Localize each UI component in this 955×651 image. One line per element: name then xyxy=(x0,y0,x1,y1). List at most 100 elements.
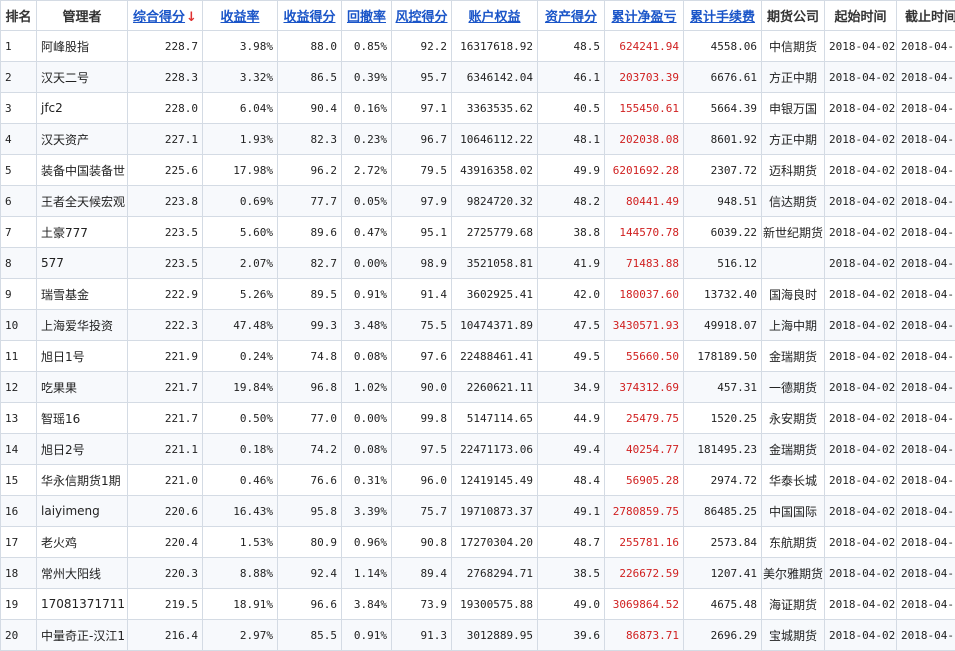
column-header-label: 收益得分 xyxy=(283,10,335,25)
column-header-return-score[interactable]: 收益得分 xyxy=(278,1,342,31)
column-header-account-equity[interactable]: 账户权益 xyxy=(452,1,538,31)
table-row[interactable]: 16laiyimeng220.616.43%95.83.39%75.719710… xyxy=(1,496,955,527)
cell-risk-score: 97.1 xyxy=(392,93,452,124)
cell-drawdown: 0.16% xyxy=(342,93,392,124)
column-header-drawdown[interactable]: 回撤率 xyxy=(342,1,392,31)
cell-asset-score: 48.1 xyxy=(538,124,605,155)
column-header-label: 回撤率 xyxy=(347,10,386,25)
cell-account-equity: 17270304.20 xyxy=(452,527,538,558)
cell-end-date: 2018-04-13 xyxy=(897,558,955,589)
table-row[interactable]: 12吃果果221.719.84%96.81.02%90.02260621.113… xyxy=(1,372,955,403)
cell-account-equity: 3521058.81 xyxy=(452,248,538,279)
cell-composite-score: 219.5 xyxy=(128,589,203,620)
table-row[interactable]: 13智瑶16221.70.50%77.00.00%99.85147114.654… xyxy=(1,403,955,434)
cell-rank: 14 xyxy=(1,434,37,465)
cell-asset-score: 42.0 xyxy=(538,279,605,310)
cell-fees: 1520.25 xyxy=(684,403,762,434)
cell-composite-score: 221.7 xyxy=(128,403,203,434)
cell-return-score: 74.2 xyxy=(278,434,342,465)
table-row[interactable]: 9瑞雪基金222.95.26%89.50.91%91.43602925.4142… xyxy=(1,279,955,310)
cell-risk-score: 95.7 xyxy=(392,62,452,93)
cell-end-date: 2018-04-13 xyxy=(897,186,955,217)
column-header-return-rate[interactable]: 收益率 xyxy=(203,1,278,31)
cell-account-equity: 22471173.06 xyxy=(452,434,538,465)
cell-account-equity: 3363535.62 xyxy=(452,93,538,124)
cell-risk-score: 99.8 xyxy=(392,403,452,434)
table-row[interactable]: 7土豪777223.55.60%89.60.47%95.12725779.683… xyxy=(1,217,955,248)
cell-manager: 上海爱华投资 xyxy=(37,310,128,341)
cell-return-rate: 1.93% xyxy=(203,124,278,155)
table-row[interactable]: 17老火鸡220.41.53%80.90.96%90.817270304.204… xyxy=(1,527,955,558)
cell-account-equity: 6346142.04 xyxy=(452,62,538,93)
cell-fees: 4675.48 xyxy=(684,589,762,620)
sort-descending-icon[interactable]: ↓ xyxy=(186,10,197,25)
cell-start-date: 2018-04-02 xyxy=(825,248,897,279)
cell-account-equity: 5147114.65 xyxy=(452,403,538,434)
cell-rank: 12 xyxy=(1,372,37,403)
cell-start-date: 2018-04-02 xyxy=(825,558,897,589)
cell-start-date: 2018-04-02 xyxy=(825,217,897,248)
table-row[interactable]: 10上海爱华投资222.347.48%99.33.48%75.510474371… xyxy=(1,310,955,341)
column-header-label: 排名 xyxy=(5,10,31,25)
cell-rank: 19 xyxy=(1,589,37,620)
cell-return-rate: 18.91% xyxy=(203,589,278,620)
cell-return-score: 96.2 xyxy=(278,155,342,186)
table-row[interactable]: 6王者全天候宏观223.80.69%77.70.05%97.99824720.3… xyxy=(1,186,955,217)
cell-end-date: 2018-04-13 xyxy=(897,403,955,434)
cell-net-profit: 203703.39 xyxy=(605,62,684,93)
cell-rank: 5 xyxy=(1,155,37,186)
cell-return-score: 90.4 xyxy=(278,93,342,124)
cell-end-date: 2018-04-13 xyxy=(897,62,955,93)
cell-fees: 948.51 xyxy=(684,186,762,217)
cell-account-equity: 16317618.92 xyxy=(452,31,538,62)
cell-asset-score: 48.2 xyxy=(538,186,605,217)
table-row[interactable]: 3jfc2228.06.04%90.40.16%97.13363535.6240… xyxy=(1,93,955,124)
cell-return-rate: 8.88% xyxy=(203,558,278,589)
cell-return-score: 74.8 xyxy=(278,341,342,372)
cell-return-score: 99.3 xyxy=(278,310,342,341)
table-row[interactable]: 15华永信期货1期221.00.46%76.60.31%96.012419145… xyxy=(1,465,955,496)
cell-return-score: 92.4 xyxy=(278,558,342,589)
column-header-net-profit[interactable]: 累计净盈亏 xyxy=(605,1,684,31)
cell-composite-score: 228.7 xyxy=(128,31,203,62)
cell-start-date: 2018-04-02 xyxy=(825,186,897,217)
column-header-fees[interactable]: 累计手续费 xyxy=(684,1,762,31)
table-row[interactable]: 1917081371711219.518.91%96.63.84%73.9193… xyxy=(1,589,955,620)
column-header-composite-score[interactable]: 综合得分↓ xyxy=(128,1,203,31)
cell-futures-company: 国海良时 xyxy=(762,279,825,310)
table-row[interactable]: 5装备中国装备世225.617.98%96.22.72%79.543916358… xyxy=(1,155,955,186)
table-row[interactable]: 4汉天资产227.11.93%82.30.23%96.710646112.224… xyxy=(1,124,955,155)
cell-risk-score: 75.7 xyxy=(392,496,452,527)
cell-futures-company: 信达期货 xyxy=(762,186,825,217)
cell-fees: 516.12 xyxy=(684,248,762,279)
column-header-label: 截止时间 xyxy=(905,10,955,25)
cell-return-score: 96.8 xyxy=(278,372,342,403)
cell-return-rate: 47.48% xyxy=(203,310,278,341)
cell-drawdown: 0.23% xyxy=(342,124,392,155)
table-row[interactable]: 14旭日2号221.10.18%74.20.08%97.522471173.06… xyxy=(1,434,955,465)
cell-risk-score: 92.2 xyxy=(392,31,452,62)
table-row[interactable]: 11旭日1号221.90.24%74.80.08%97.622488461.41… xyxy=(1,341,955,372)
cell-rank: 3 xyxy=(1,93,37,124)
column-header-risk-score[interactable]: 风控得分 xyxy=(392,1,452,31)
column-header-asset-score[interactable]: 资产得分 xyxy=(538,1,605,31)
cell-start-date: 2018-04-02 xyxy=(825,93,897,124)
cell-net-profit: 56905.28 xyxy=(605,465,684,496)
cell-manager: 智瑶16 xyxy=(37,403,128,434)
cell-account-equity: 19300575.88 xyxy=(452,589,538,620)
table-row[interactable]: 8577223.52.07%82.70.00%98.93521058.8141.… xyxy=(1,248,955,279)
table-row[interactable]: 18常州大阳线220.38.88%92.41.14%89.42768294.71… xyxy=(1,558,955,589)
cell-fees: 13732.40 xyxy=(684,279,762,310)
cell-asset-score: 34.9 xyxy=(538,372,605,403)
cell-rank: 15 xyxy=(1,465,37,496)
cell-account-equity: 2725779.68 xyxy=(452,217,538,248)
table-row[interactable]: 1阿峰股指228.73.98%88.00.85%92.216317618.924… xyxy=(1,31,955,62)
cell-asset-score: 48.5 xyxy=(538,31,605,62)
table-row[interactable]: 2汉天二号228.33.32%86.50.39%95.76346142.0446… xyxy=(1,62,955,93)
cell-asset-score: 38.8 xyxy=(538,217,605,248)
cell-net-profit: 226672.59 xyxy=(605,558,684,589)
column-header-label: 起始时间 xyxy=(834,10,886,25)
cell-futures-company: 申银万国 xyxy=(762,93,825,124)
cell-net-profit: 374312.69 xyxy=(605,372,684,403)
cell-drawdown: 0.05% xyxy=(342,186,392,217)
